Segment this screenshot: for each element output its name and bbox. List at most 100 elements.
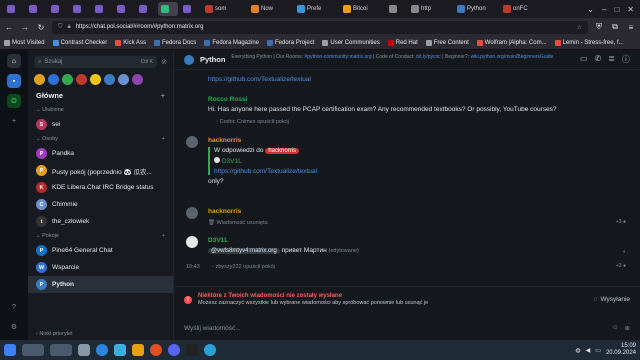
bookmark-item[interactable]: Fedora Docs bbox=[153, 39, 196, 46]
section-people[interactable]: ⌄ Osoby + bbox=[28, 133, 173, 145]
workspace-icon[interactable] bbox=[22, 344, 44, 356]
browser-tab[interactable]: Now bbox=[248, 2, 292, 16]
room-topic[interactable]: Everything Python | Our Rooms: #python-c… bbox=[231, 54, 574, 66]
reply-quote[interactable]: W odpowiedzi do hacknorris D3V1L https:/… bbox=[208, 147, 348, 175]
space-icon[interactable]: O bbox=[7, 94, 21, 108]
phone-icon[interactable]: ✆ bbox=[595, 54, 602, 65]
add-icon[interactable]: + bbox=[161, 91, 165, 100]
message-composer[interactable]: Wyślij wiadomość... ☺ ⊕ bbox=[184, 320, 630, 336]
space-icon[interactable]: ▪ bbox=[7, 74, 21, 88]
browser-tab[interactable] bbox=[158, 2, 178, 16]
bookmark-item[interactable]: Contrast Checker bbox=[52, 39, 107, 46]
maximize-icon[interactable]: □ bbox=[614, 5, 619, 14]
bookmark-item[interactable]: Free Content bbox=[425, 39, 469, 46]
discord-icon[interactable] bbox=[168, 344, 180, 356]
chevron-down-icon[interactable]: ⌄ bbox=[587, 5, 594, 14]
close-icon[interactable]: ✕ bbox=[627, 5, 634, 14]
volume-icon[interactable]: ◀ bbox=[586, 347, 591, 354]
avatar[interactable] bbox=[76, 74, 87, 85]
sender-name[interactable]: hacknorris bbox=[208, 208, 640, 215]
sender-name[interactable]: Rocco Rossi bbox=[208, 96, 640, 103]
read-receipt-avatar[interactable]: ◐ bbox=[623, 249, 626, 255]
start-menu-icon[interactable] bbox=[4, 344, 16, 356]
bookmark-item[interactable]: Kick Ass bbox=[115, 39, 146, 46]
threads-icon[interactable]: ≣ bbox=[608, 54, 615, 65]
bookmark-item[interactable]: Most Visited bbox=[4, 39, 45, 46]
section-rooms[interactable]: ⌄ Pokoje + bbox=[28, 230, 173, 242]
terminal-icon[interactable] bbox=[186, 344, 198, 356]
avatar[interactable] bbox=[104, 74, 115, 85]
browser-tab[interactable] bbox=[92, 2, 112, 16]
search-input[interactable]: ⌕ Szukaj Ctrl K bbox=[34, 56, 158, 68]
bookmark-item[interactable]: Red Hat bbox=[387, 39, 418, 46]
avatar[interactable] bbox=[48, 74, 59, 85]
emoji-icon[interactable]: ☺ bbox=[612, 324, 619, 332]
read-receipts[interactable]: +3 ● bbox=[616, 263, 626, 269]
composer-input[interactable]: Wyślij wiadomość... bbox=[184, 325, 241, 332]
app-icon[interactable] bbox=[114, 344, 126, 356]
topic-link[interactable]: bit.ly/pycoc bbox=[416, 54, 441, 60]
app-icon[interactable] bbox=[96, 344, 108, 356]
bookmark-item[interactable]: Fedora Project bbox=[267, 39, 314, 46]
battery-icon[interactable]: ▭ bbox=[595, 347, 601, 354]
bookmark-item[interactable]: Wolfram |Alpha: Com... bbox=[476, 39, 547, 46]
browser-tab[interactable] bbox=[48, 2, 68, 16]
browser-tab[interactable]: http bbox=[408, 2, 452, 16]
avatar[interactable] bbox=[132, 74, 143, 85]
workspace-icon[interactable] bbox=[50, 344, 72, 356]
firefox-icon[interactable] bbox=[150, 344, 162, 356]
avatar[interactable] bbox=[118, 74, 129, 85]
star-icon[interactable]: ☆ bbox=[577, 24, 588, 31]
forward-icon[interactable]: → bbox=[20, 23, 30, 32]
edited-label[interactable]: (edytowane) bbox=[329, 248, 359, 254]
browser-tab[interactable]: Bitcoi bbox=[340, 2, 384, 16]
room-list-item[interactable]: P Python bbox=[28, 276, 173, 293]
bookmark-item[interactable]: User Communities bbox=[322, 39, 380, 46]
quoted-link[interactable]: https://github.com/Textualize/textual bbox=[214, 168, 348, 175]
room-list-item[interactable]: W Wsparcie bbox=[28, 259, 173, 276]
home-space-icon[interactable]: ⌂ bbox=[7, 54, 21, 68]
avatar[interactable] bbox=[90, 74, 101, 85]
avatar[interactable] bbox=[34, 74, 45, 85]
room-list-item[interactable]: C Chimmie bbox=[28, 196, 173, 213]
mention-pill[interactable]: @vwfs8mtyv4:matrix.org bbox=[208, 248, 280, 254]
browser-tab[interactable]: som bbox=[202, 2, 246, 16]
add-icon[interactable]: + bbox=[162, 136, 165, 142]
sender-name[interactable]: D3V1L bbox=[208, 237, 640, 244]
browser-tab[interactable] bbox=[26, 2, 46, 16]
add-icon[interactable]: + bbox=[162, 233, 165, 239]
browser-tab[interactable] bbox=[180, 2, 200, 16]
back-icon[interactable]: ← bbox=[4, 23, 14, 32]
browser-tab[interactable] bbox=[70, 2, 90, 16]
topic-link[interactable]: #python-community:matrix.org bbox=[304, 54, 371, 60]
read-receipts[interactable]: +3 ● bbox=[616, 219, 626, 225]
room-list-item[interactable]: P Pine64 General Chat bbox=[28, 242, 173, 259]
room-list-item[interactable]: t the_człowiek bbox=[28, 213, 173, 230]
topic-link[interactable]: wiki.python.org/moin/BeginnersGuide bbox=[470, 54, 553, 60]
network-icon[interactable]: ◍ bbox=[575, 347, 580, 354]
explore-icon[interactable]: ⊘ bbox=[161, 58, 167, 66]
url-bar[interactable]: ⛉ 🔒︎ https://chat.pol.social/#/room/#pyt… bbox=[52, 20, 588, 34]
room-list-item[interactable]: Ssei bbox=[28, 116, 173, 133]
app-icon[interactable] bbox=[204, 344, 216, 356]
app-icon[interactable] bbox=[132, 344, 144, 356]
avatar[interactable] bbox=[62, 74, 73, 85]
room-list-item[interactable]: P Pusty pokój (poprzednio 🐼 瓜农... bbox=[28, 162, 173, 179]
bookmark-item[interactable]: Lemin - Stress-free, f... bbox=[554, 39, 624, 46]
settings-icon[interactable]: ⚙ bbox=[7, 320, 21, 334]
menu-icon[interactable]: ≡ bbox=[626, 23, 636, 32]
quoted-sender[interactable]: D3V1L bbox=[222, 158, 242, 165]
add-space-icon[interactable]: + bbox=[7, 114, 21, 128]
browser-tab[interactable] bbox=[136, 2, 156, 16]
pocket-icon[interactable]: ⛨ bbox=[594, 22, 604, 32]
space-header[interactable]: Główne + bbox=[28, 85, 173, 104]
room-info-icon[interactable]: ⓘ bbox=[622, 54, 630, 65]
add-icon[interactable]: ⊕ bbox=[625, 324, 630, 332]
app-icon[interactable] bbox=[78, 344, 90, 356]
browser-tab[interactable] bbox=[4, 2, 24, 16]
sender-name[interactable]: hacknorris bbox=[208, 137, 640, 144]
extensions-icon[interactable]: ⧉ bbox=[610, 22, 620, 32]
browser-tab[interactable]: Python bbox=[454, 2, 498, 16]
section-low-priority[interactable]: › Niski priorytet bbox=[28, 328, 174, 340]
room-name[interactable]: Python bbox=[200, 55, 225, 64]
